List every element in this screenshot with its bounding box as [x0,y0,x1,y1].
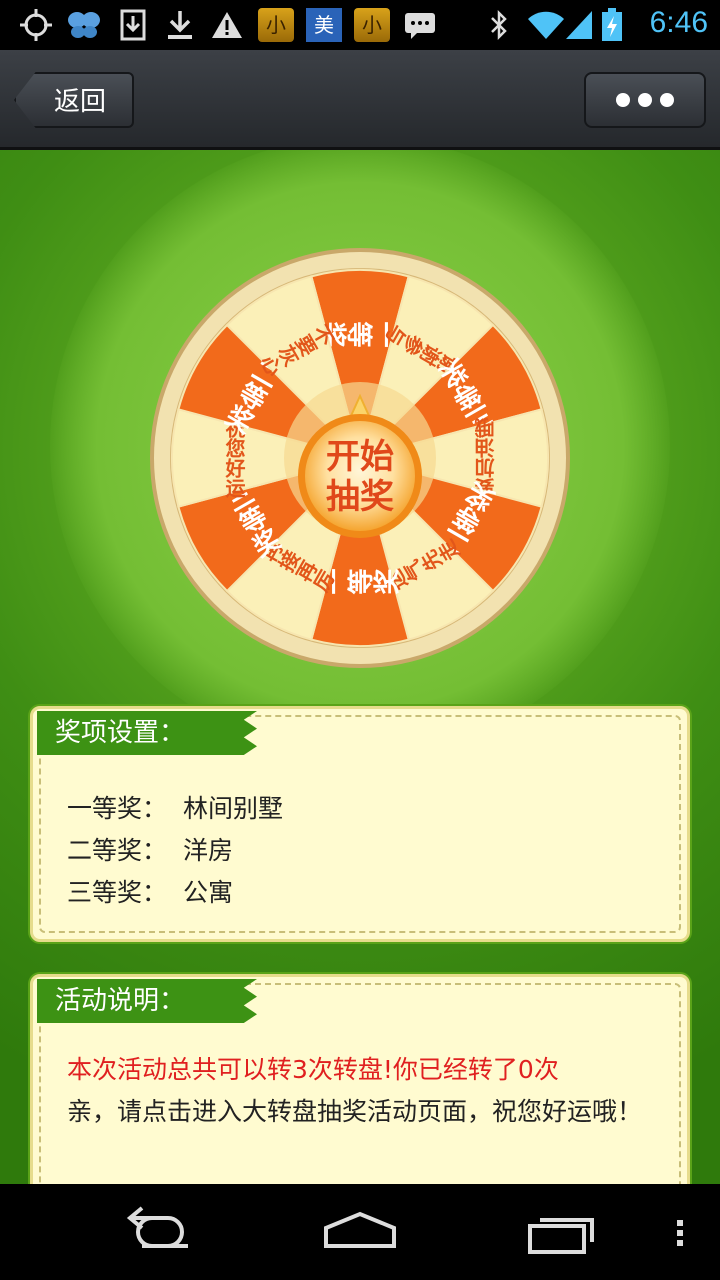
download-icon [164,8,196,42]
prize-name: 洋房 [183,836,234,865]
lottery-page-content: 一等奖 谢谢参与 三等奖 要加油哦 二等奖 运气先走 一等奖 再接再厉 三等奖 祝您好运 二等奖 不要… [0,150,720,1184]
bluetooth-icon [486,8,512,42]
activity-description-panel: 活动说明： 本次活动总共可以转3次转盘!你已经转了0次 亲，请点击进入大转盘抽奖… [30,974,690,1184]
warning-icon [210,8,244,42]
status-bar: 小 美 小 6:46 [0,0,720,50]
home-nav-icon[interactable] [320,1204,400,1260]
gps-icon [18,8,54,42]
start-lottery-button[interactable]: 开始 抽奖 [284,388,436,540]
system-navigation-bar [0,1184,720,1280]
battery-charging-icon [600,8,624,42]
butterfly-notification-icon [66,8,102,42]
top-navigation-bar: 返回 [0,50,720,150]
prize-row-third: 三等奖： 公寓 [67,873,233,909]
prize-level: 一等奖： [67,794,168,823]
signal-icon [564,8,594,42]
activity-greeting: 亲，请点击进入大转盘抽奖活动页面，祝您好运哦！ [67,1097,643,1126]
prize-settings-title: 奖项设置： [37,711,257,755]
more-dot-icon [616,93,630,107]
back-nav-icon[interactable] [122,1204,198,1260]
message-icon [402,8,438,42]
clock: 6:46 [649,6,708,39]
app-notification-icon-2: 小 [354,8,390,42]
prize-name: 公寓 [183,878,234,907]
spin-count-notice: 本次活动总共可以转3次转盘!你已经转了0次 [67,1055,559,1084]
back-button[interactable]: 返回 [14,72,134,128]
activity-description-title: 活动说明： [37,979,257,1023]
prize-row-first: 一等奖： 林间别墅 [67,789,283,825]
wifi-icon [526,8,566,42]
prize-settings-panel: 奖项设置： 一等奖： 林间别墅 二等奖： 洋房 三等奖： 公寓 [30,706,690,942]
lucky-wheel[interactable]: 一等奖 谢谢参与 三等奖 要加油哦 二等奖 运气先走 一等奖 再接再厉 三等奖 祝您好运 二等奖 不要… [148,246,572,670]
recent-apps-nav-icon[interactable] [522,1204,602,1260]
prize-name: 林间别墅 [183,794,284,823]
more-dot-icon [638,93,652,107]
app-notification-icon: 小 [258,8,294,42]
meituan-notification-icon: 美 [306,8,342,42]
prize-level: 三等奖： [67,878,168,907]
start-text-line2: 抽奖 [326,477,394,517]
prize-row-second: 二等奖： 洋房 [67,831,233,867]
prize-level: 二等奖： [67,836,168,865]
menu-overflow-icon[interactable] [670,1204,690,1260]
start-text-line1: 开始 [326,437,394,477]
activity-description-text: 本次活动总共可以转3次转盘!你已经转了0次 亲，请点击进入大转盘抽奖活动页面，祝… [67,1049,663,1133]
more-dot-icon [660,93,674,107]
more-options-button[interactable] [584,72,706,128]
download-box-icon [118,8,148,42]
